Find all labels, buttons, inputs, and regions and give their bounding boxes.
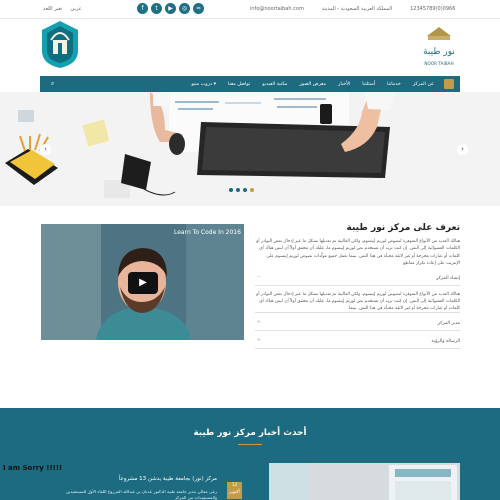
nav-item-faq[interactable]: أسئلتنا: [362, 82, 375, 87]
logo-latin-text: NOOR TAIBAH: [424, 61, 453, 66]
news-item-title[interactable]: مركز (نور) بجامعة طيبة يدشن 13 مشروعاً: [60, 476, 217, 482]
play-icon[interactable]: ▶: [128, 272, 158, 294]
university-logo[interactable]: [40, 20, 81, 69]
news-item-text: رعى معالي مدير جامعة طيبة الدكتور عدنان …: [66, 489, 217, 500]
news-date-month: أكتوبر: [229, 490, 240, 495]
slider-next-button[interactable]: ›: [457, 144, 468, 155]
slider-dot[interactable]: [243, 188, 247, 192]
accordion-body: هنالك العديد من الأنواع المتوفرة لنصوص ل…: [255, 286, 460, 314]
language-value[interactable]: عربي: [70, 6, 81, 12]
location-text: المملكة العربية السعودية - المدينة: [321, 6, 393, 12]
slider-dot[interactable]: [236, 188, 240, 192]
heading-divider: [238, 444, 262, 445]
about-section: تعرف على مركز نور طيبة هنالك العديد من ا…: [255, 223, 460, 350]
twitter-icon[interactable]: t: [151, 3, 162, 14]
email-text[interactable]: info@noortaibah.com: [250, 6, 304, 12]
phone-text: 0966(0)12345789: [410, 6, 456, 12]
nav-items: عن المركز خدماتنا أسئلتنا الأخبار معرض ا…: [191, 76, 434, 92]
slider-dot-active[interactable]: [250, 188, 254, 192]
video-title: Learn To Code In 2016: [174, 229, 241, 236]
slider-dots: [229, 188, 254, 192]
nav-item-contact[interactable]: تواصل معنا: [228, 82, 250, 87]
news-section: أحدث أخبار مركز نور طيبة مركز (نور) بجام…: [0, 408, 500, 500]
about-heading: تعرف على مركز نور طيبة: [346, 223, 460, 233]
nav-item-news[interactable]: الأخبار: [338, 82, 350, 87]
plus-icon[interactable]: +: [257, 338, 261, 343]
nav-item-dropdown-menu[interactable]: دروب منيو ▾: [191, 82, 216, 87]
top-bar: تغير اللغة عربي f t ▶ ◎ ≈ 0966(0)1234578…: [0, 0, 500, 19]
contact-info: 0966(0)12345789 المملكة العربية السعودية…: [250, 6, 455, 12]
about-intro: هنالك العديد من الأنواع المتوفرة لنصوص ل…: [256, 239, 460, 267]
language-label[interactable]: تغير اللغة: [43, 6, 62, 12]
youtube-icon[interactable]: ▶: [165, 3, 176, 14]
accordion-item-founding[interactable]: إنشاء المركز −: [255, 268, 460, 286]
language-switcher[interactable]: تغير اللغة عربي: [43, 6, 82, 12]
instagram-icon[interactable]: ◎: [179, 3, 190, 14]
logo-arabic-text: نور طيبة: [423, 47, 455, 57]
news-date-badge: 12 أكتوبر: [227, 482, 242, 499]
social-links: f t ▶ ◎ ≈: [137, 3, 204, 14]
nav-item-video-library[interactable]: مكتبة الفيديو: [262, 82, 287, 87]
video-player[interactable]: Learn To Code In 2016 ▶: [41, 224, 244, 340]
news-date-day: 12: [231, 483, 238, 488]
accordion-label[interactable]: إنشاء المركز: [436, 276, 460, 281]
minus-icon[interactable]: −: [257, 275, 261, 280]
nav-item-about[interactable]: عن المركز: [413, 82, 434, 87]
rss-icon[interactable]: ≈: [193, 3, 204, 14]
news-image[interactable]: [269, 463, 460, 500]
noor-taibah-logo[interactable]: نور طيبة NOOR TAIBAH: [418, 24, 460, 69]
nav-item-gallery[interactable]: معرض الصور: [299, 82, 326, 87]
accordion-item-mission[interactable]: الرسالة والرؤية +: [255, 331, 460, 350]
main-navigation: عن المركز خدماتنا أسئلتنا الأخبار معرض ا…: [40, 76, 460, 92]
home-icon[interactable]: [444, 79, 454, 89]
news-heading: أحدث أخبار مركز نور طيبة: [193, 428, 307, 438]
plus-icon[interactable]: +: [257, 320, 261, 325]
slider-prev-button[interactable]: ‹: [40, 144, 51, 155]
accordion-label[interactable]: الرسالة والرؤية: [431, 339, 460, 344]
webpage: { "topbar": { "lang_label": "تغير اللغة"…: [0, 0, 500, 500]
accordion-label[interactable]: مدير المركز: [438, 321, 460, 326]
accordion-item-director[interactable]: مدير المركز +: [255, 313, 460, 332]
facebook-icon[interactable]: f: [137, 3, 148, 14]
search-icon[interactable]: ⌕: [51, 80, 54, 88]
overlay-watermark-text: I am Sorry !!!!!: [3, 464, 63, 472]
slider-dot[interactable]: [229, 188, 233, 192]
nav-item-services[interactable]: خدماتنا: [387, 82, 401, 87]
